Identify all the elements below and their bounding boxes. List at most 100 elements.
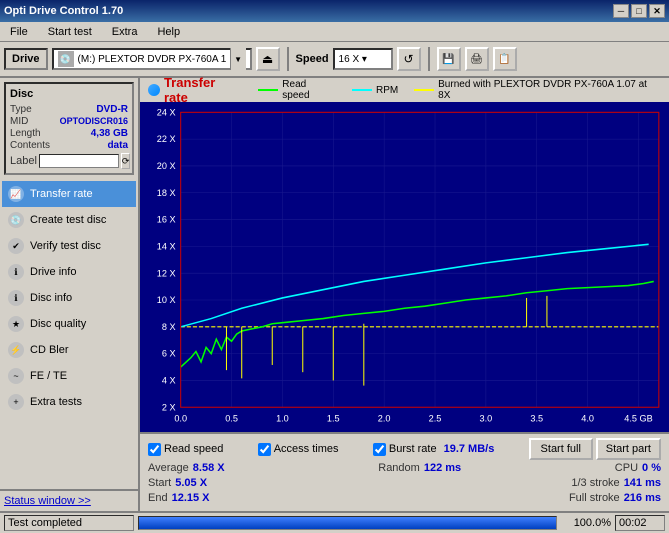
svg-text:14 X: 14 X [157, 241, 176, 251]
toolbar-separator-2 [428, 47, 430, 71]
nav-item-fe-te-label: FE / TE [30, 370, 67, 382]
content-area: Transfer rate Read speed RPM Burned with… [140, 78, 669, 511]
disc-type-value: DVD-R [96, 104, 128, 115]
maximize-button[interactable]: □ [631, 4, 647, 18]
disc-quality-icon: ★ [8, 316, 24, 332]
svg-text:2 X: 2 X [162, 402, 176, 412]
save-btn[interactable]: 💾 [437, 47, 461, 71]
stats-row-3: End 12.15 X Full stroke 216 ms [148, 492, 661, 504]
speed-dropdown[interactable]: 16 X ▾ [333, 48, 393, 70]
nav-item-extra-tests[interactable]: + Extra tests [2, 389, 136, 415]
legend-read-speed: Read speed [258, 79, 336, 101]
stat-full-stroke-value: 216 ms [624, 492, 661, 504]
disc-length-label: Length [10, 128, 41, 139]
chart-wrapper: 24 X 22 X 20 X 18 X 16 X 14 X 12 X 10 X … [140, 102, 669, 432]
disc-length-row: Length 4,38 GB [10, 128, 128, 139]
minimize-button[interactable]: ─ [613, 4, 629, 18]
start-part-button[interactable]: Start part [596, 438, 661, 460]
stat-average-value: 8.58 X [193, 462, 225, 474]
nav-item-create-test-disc[interactable]: 💿 Create test disc [2, 207, 136, 233]
nav-item-verify-test-disc[interactable]: ✔ Verify test disc [2, 233, 136, 259]
disc-mid-label: MID [10, 116, 28, 127]
svg-text:24 X: 24 X [157, 107, 176, 117]
chart-svg: 24 X 22 X 20 X 18 X 16 X 14 X 12 X 10 X … [140, 102, 669, 432]
cb-access-times-input[interactable] [258, 443, 271, 456]
stat-1-3-stroke-value: 141 ms [624, 477, 661, 489]
nav-item-disc-quality-label: Disc quality [30, 318, 86, 330]
svg-text:4.5 GB: 4.5 GB [624, 414, 652, 424]
disc-label-row: Label ⟳ [10, 153, 128, 169]
svg-text:0.0: 0.0 [174, 414, 187, 424]
disc-contents-label: Contents [10, 140, 50, 151]
fe-te-icon: ~ [8, 368, 24, 384]
stat-1-3-stroke-label: 1/3 stroke [571, 477, 619, 489]
cb-read-speed: Read speed [148, 438, 223, 460]
nav-item-create-test-disc-label: Create test disc [30, 214, 106, 226]
settings-btn[interactable]: 📋 [493, 47, 517, 71]
svg-text:1.0: 1.0 [276, 414, 289, 424]
legend-rpm: RPM [352, 85, 398, 96]
cd-bler-icon: ⚡ [8, 342, 24, 358]
disc-label-input[interactable] [39, 154, 119, 168]
disc-label-btn[interactable]: ⟳ [121, 153, 131, 169]
stat-1-3-stroke: 1/3 stroke 141 ms [571, 477, 661, 489]
speed-label: Speed [296, 53, 329, 65]
refresh-btn[interactable]: ↺ [397, 47, 421, 71]
cb-access-times-label: Access times [274, 443, 339, 455]
disc-mid-value: OPTODISCR016 [60, 116, 128, 127]
svg-text:4 X: 4 X [162, 375, 176, 385]
stat-end: End 12.15 X [148, 492, 210, 504]
drive-value: (M:) PLEXTOR DVDR PX-760A 1.07 [78, 54, 226, 65]
nav-item-transfer-rate[interactable]: 📈 Transfer rate [2, 181, 136, 207]
print-btn[interactable]: 🖨 [465, 47, 489, 71]
stat-start-value: 5.05 X [175, 477, 207, 489]
legend-burned-color [414, 89, 434, 91]
nav-item-cd-bler[interactable]: ⚡ CD Bler [2, 337, 136, 363]
stat-start: Start 5.05 X [148, 477, 207, 489]
stats-area: Read speed Access times Burst rate 19.7 … [140, 432, 669, 511]
cb-read-speed-input[interactable] [148, 443, 161, 456]
stat-full-stroke-label: Full stroke [569, 492, 620, 504]
disc-label-label: Label [10, 155, 37, 167]
svg-text:22 X: 22 X [157, 134, 176, 144]
nav-item-drive-info[interactable]: ℹ Drive info [2, 259, 136, 285]
chart-title: Transfer rate [164, 75, 242, 105]
legend-rpm-label: RPM [376, 85, 398, 96]
action-btns: Start full Start part [529, 438, 661, 460]
drive-eject-btn[interactable]: ⏏ [256, 47, 280, 71]
stat-cpu: CPU 0 % [615, 462, 661, 474]
nav-item-cd-bler-label: CD Bler [30, 344, 69, 356]
nav-items: 📈 Transfer rate 💿 Create test disc ✔ Ver… [0, 179, 138, 489]
menu-start-test[interactable]: Start test [42, 24, 98, 40]
status-window-label[interactable]: Status window >> [4, 495, 91, 507]
status-window-btn[interactable]: Status window >> [0, 489, 138, 511]
drive-dropdown-arrow[interactable]: ▼ [230, 48, 246, 70]
svg-text:12 X: 12 X [157, 268, 176, 278]
drive-dropdown[interactable]: 💿 (M:) PLEXTOR DVDR PX-760A 1.07 ▼ [52, 48, 252, 70]
disc-length-value: 4,38 GB [91, 128, 128, 139]
speed-value: 16 X ▾ [339, 54, 387, 65]
stat-random-value: 122 ms [424, 462, 461, 474]
status-time: 00:02 [615, 515, 665, 531]
nav-item-disc-quality[interactable]: ★ Disc quality [2, 311, 136, 337]
main-layout: Disc Type DVD-R MID OPTODISCR016 Length … [0, 78, 669, 511]
legend-read-speed-color [258, 89, 278, 91]
stats-row-2: Start 5.05 X 1/3 stroke 141 ms [148, 477, 661, 489]
title-bar: Opti Drive Control 1.70 ─ □ ✕ [0, 0, 669, 22]
nav-item-extra-tests-label: Extra tests [30, 396, 82, 408]
nav-item-disc-info[interactable]: ℹ Disc info [2, 285, 136, 311]
nav-item-fe-te[interactable]: ~ FE / TE [2, 363, 136, 389]
drive-icon: 💿 [58, 51, 74, 67]
progress-bar-fill [139, 517, 556, 529]
close-button[interactable]: ✕ [649, 4, 665, 18]
menu-help[interactable]: Help [151, 24, 186, 40]
start-full-button[interactable]: Start full [529, 438, 593, 460]
sidebar: Disc Type DVD-R MID OPTODISCR016 Length … [0, 78, 140, 511]
cb-burst-rate-input[interactable] [373, 443, 386, 456]
stat-full-stroke: Full stroke 216 ms [569, 492, 661, 504]
transfer-rate-icon: 📈 [8, 186, 24, 202]
nav-item-verify-test-disc-label: Verify test disc [30, 240, 101, 252]
svg-text:2.5: 2.5 [429, 414, 442, 424]
menu-extra[interactable]: Extra [106, 24, 144, 40]
menu-file[interactable]: File [4, 24, 34, 40]
